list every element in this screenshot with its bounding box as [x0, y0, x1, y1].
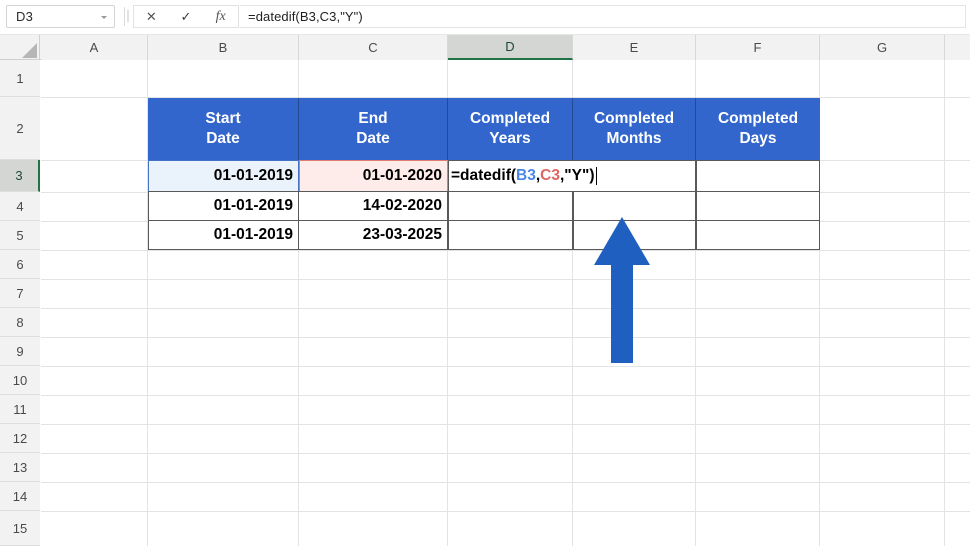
column-header-b[interactable]: B — [148, 35, 299, 60]
gridline-h-7 — [41, 308, 970, 309]
row-header-13[interactable]: 13 — [0, 453, 40, 482]
table-header-completed-days: Completed Days — [696, 98, 820, 160]
row-header-9[interactable]: 9 — [0, 337, 40, 366]
cell-c3-value: 01-01-2020 — [363, 167, 442, 185]
gridline-h-13 — [41, 482, 970, 483]
cell-b4-value: 01-01-2019 — [214, 197, 293, 215]
cell-c4-value: 14-02-2020 — [363, 197, 442, 215]
up-arrow-icon — [592, 215, 652, 365]
check-icon[interactable]: ✓ — [171, 6, 201, 27]
column-header-c[interactable]: C — [299, 35, 448, 60]
row-header-strip: 1 2 3 4 5 6 7 8 9 10 11 12 13 14 15 — [0, 60, 40, 546]
row-header-15[interactable]: 15 — [0, 511, 40, 546]
gridline-h-12 — [41, 453, 970, 454]
gridline-h-8 — [41, 337, 970, 338]
cell-area[interactable]: Start Date End Date Completed Years Comp… — [41, 60, 970, 546]
table-row[interactable] — [448, 191, 573, 221]
table-row[interactable]: 01-01-2019 — [148, 220, 299, 250]
formula-ref-b3: B3 — [516, 167, 536, 185]
header-line-1: Start — [205, 109, 240, 129]
row-header-10[interactable]: 10 — [0, 366, 40, 395]
name-box[interactable]: D3 — [6, 5, 115, 28]
name-box-value: D3 — [7, 9, 33, 24]
row-header-2[interactable]: 2 — [0, 97, 40, 160]
table-row[interactable]: 01-01-2019 — [148, 191, 299, 221]
select-all-corner[interactable] — [0, 35, 40, 60]
active-cell-formula-editor[interactable]: =datedif( B3 , C3 ,"Y") — [449, 161, 597, 191]
table-row[interactable]: 23-03-2025 — [298, 220, 448, 250]
header-line-1: Completed — [470, 109, 550, 129]
gridline-h-9 — [41, 366, 970, 367]
gridline-h-10 — [41, 395, 970, 396]
table-row[interactable] — [696, 191, 820, 221]
table-header-completed-months: Completed Months — [573, 98, 696, 160]
header-line-2: Date — [356, 129, 390, 149]
gridline-h-6 — [41, 279, 970, 280]
header-line-2: Years — [489, 129, 530, 149]
row-header-11[interactable]: 11 — [0, 395, 40, 424]
gridline-h-5 — [41, 250, 970, 251]
formula-input[interactable]: =datedif(B3,C3,"Y") — [240, 5, 966, 28]
excel-window: D3 ✕ ✓ fx =datedif(B3,C3,"Y") A B C D E … — [0, 0, 970, 546]
header-line-1: End — [358, 109, 387, 129]
column-header-h[interactable] — [945, 35, 970, 60]
text-cursor — [596, 167, 598, 185]
row-header-5[interactable]: 5 — [0, 221, 40, 250]
formula-bar-buttons: ✕ ✓ fx — [133, 5, 239, 28]
table-header-start-date: Start Date — [148, 98, 299, 160]
table-row[interactable]: 14-02-2020 — [298, 191, 448, 221]
column-header-a[interactable]: A — [41, 35, 148, 60]
header-line-2: Months — [606, 129, 661, 149]
table-row[interactable]: 01-01-2020 — [299, 160, 448, 192]
formula-prefix: =datedif( — [451, 167, 516, 185]
row-header-14[interactable]: 14 — [0, 482, 40, 511]
column-header-strip: A B C D E F G — [0, 35, 970, 60]
toolbar-divider — [124, 7, 125, 26]
row-header-6[interactable]: 6 — [0, 250, 40, 279]
formula-suffix: ,"Y") — [560, 167, 595, 185]
table-header-end-date: End Date — [299, 98, 448, 160]
toolbar-divider-secondary — [127, 10, 129, 22]
chevron-down-icon[interactable] — [101, 16, 107, 19]
formula-ref-c3: C3 — [540, 167, 560, 185]
header-line-2: Date — [206, 129, 240, 149]
formula-input-value: =datedif(B3,C3,"Y") — [240, 9, 363, 24]
gridline-h-11 — [41, 424, 970, 425]
spreadsheet-grid: A B C D E F G 1 2 3 4 5 6 7 8 9 10 11 12… — [0, 35, 970, 546]
fx-insert-function-icon[interactable]: fx — [206, 6, 236, 27]
column-header-f[interactable]: F — [696, 35, 820, 60]
header-line-2: Days — [739, 129, 776, 149]
row-header-1[interactable]: 1 — [0, 60, 40, 97]
row-header-4[interactable]: 4 — [0, 192, 40, 221]
row-header-12[interactable]: 12 — [0, 424, 40, 453]
header-line-1: Completed — [594, 109, 674, 129]
row-header-3[interactable]: 3 — [0, 160, 40, 192]
cancel-x-icon[interactable]: ✕ — [136, 6, 166, 27]
column-header-g[interactable]: G — [820, 35, 945, 60]
table-row[interactable]: 01-01-2019 — [148, 160, 299, 192]
cell-b5-value: 01-01-2019 — [214, 226, 293, 244]
row-header-7[interactable]: 7 — [0, 279, 40, 308]
cell-b3-value: 01-01-2019 — [214, 167, 293, 185]
table-header-completed-years: Completed Years — [448, 98, 573, 160]
column-header-d[interactable]: D — [448, 35, 573, 60]
table-row[interactable] — [696, 160, 820, 192]
table-row[interactable] — [448, 220, 573, 250]
header-line-1: Completed — [718, 109, 798, 129]
row-header-8[interactable]: 8 — [0, 308, 40, 337]
gridline-h-14 — [41, 511, 970, 512]
gridline-v-g — [944, 60, 945, 546]
column-header-e[interactable]: E — [573, 35, 696, 60]
table-row[interactable] — [696, 220, 820, 250]
cell-c5-value: 23-03-2025 — [363, 226, 442, 244]
formula-bar: D3 ✕ ✓ fx =datedif(B3,C3,"Y") — [0, 0, 970, 34]
